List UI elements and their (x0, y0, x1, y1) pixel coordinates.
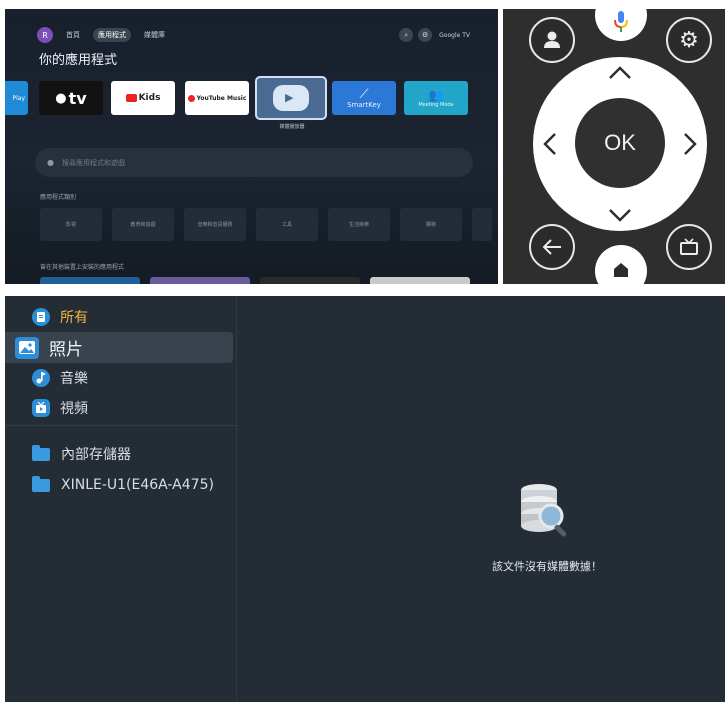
apple-logo-icon: ● (55, 90, 67, 106)
sidebar-item-label: 音樂 (60, 371, 88, 387)
search-placeholder: 搜尋應用程式和遊戲 (61, 158, 125, 167)
folder-icon (32, 475, 50, 492)
sidebar-item-all[interactable]: 所有 (5, 302, 233, 332)
tv-icon (680, 238, 698, 255)
database-search-icon (521, 484, 567, 537)
empty-state-message: 該文件沒有媒體數據！ (492, 560, 602, 573)
app-tile-apple-tv[interactable]: ● tv (39, 81, 103, 115)
app-tile-meeting-mode[interactable]: 👥 Meeting Mode (404, 81, 468, 115)
category-chip[interactable]: 影視 (40, 208, 102, 241)
home-icon (614, 263, 628, 277)
storage-item-internal[interactable]: 內部存儲器 (5, 439, 233, 469)
other-devices-row (40, 277, 470, 284)
page-title: 你的應用程式 (39, 53, 118, 68)
tv-input-button[interactable] (666, 224, 712, 270)
voice-button[interactable] (595, 9, 647, 41)
back-button[interactable] (529, 224, 575, 270)
arrow-right-icon[interactable] (678, 132, 702, 156)
storage-item-label: XINLE-U1(E46A-A475) (61, 477, 214, 493)
sidebar-item-music[interactable]: 音樂 (5, 363, 233, 393)
storage-item-usb[interactable]: XINLE-U1(E46A-A475) (5, 470, 233, 500)
tv-top-right: ⌕ ⚙ Google TV (399, 28, 470, 42)
settings-button[interactable]: ⚙ (666, 17, 712, 63)
account-label: Google TV (439, 31, 470, 39)
app-tile-youtube-kids[interactable]: Kids (111, 81, 175, 115)
home-button[interactable] (595, 245, 647, 284)
app-thumbnail[interactable] (150, 277, 250, 284)
arrow-up-icon[interactable] (608, 61, 632, 85)
app-tile-smartkey[interactable]: ⟋ SmartKey (332, 81, 396, 115)
mic-icon: ● (47, 158, 54, 167)
arrow-left-icon[interactable] (538, 132, 562, 156)
storage-item-label: 內部存儲器 (61, 447, 131, 463)
app-label: Kids (138, 93, 161, 103)
gear-icon: ⚙ (679, 27, 699, 53)
link-icon: ⟋ (359, 86, 369, 102)
app-thumbnail[interactable] (370, 277, 470, 284)
category-chip[interactable]: 工具 (256, 208, 318, 241)
music-icon (32, 369, 50, 387)
app-label: SmartKey (347, 100, 381, 109)
category-chip[interactable]: 教育和遊戲 (112, 208, 174, 241)
tv-top-nav: R 首頁 應用程式 媒體庫 (37, 27, 170, 43)
app-label: tv (68, 88, 87, 108)
media-file-browser: 所有 照片 音樂 視頻 內部存儲器 XINLE-U1(E46A-A475) 該文… (5, 296, 725, 702)
app-thumbnail[interactable] (260, 277, 360, 284)
sidebar-divider (5, 425, 237, 426)
folder-icon (32, 444, 50, 461)
people-icon: 👥 (428, 87, 444, 102)
arrow-down-icon[interactable] (608, 203, 632, 227)
sidebar-item-label: 視頻 (60, 401, 88, 417)
category-chip[interactable]: 音樂和音訊服務 (184, 208, 246, 241)
sidebar-item-label: 照片 (49, 340, 83, 360)
tab-home[interactable]: 首頁 (61, 28, 85, 42)
tab-apps[interactable]: 應用程式 (93, 28, 131, 42)
media-player-icon (273, 85, 309, 111)
tv-apps-screen: R 首頁 應用程式 媒體庫 ⌕ ⚙ Google TV 你的應用程式 Play … (5, 9, 498, 284)
photo-icon (15, 336, 39, 359)
profile-button[interactable] (529, 17, 575, 63)
ok-button[interactable]: OK (575, 98, 665, 188)
app-tile-youtube-music[interactable]: YouTube Music (185, 81, 249, 115)
category-chip[interactable]: 購物 (400, 208, 462, 241)
remote-control: ⚙ OK (503, 9, 725, 284)
sidebar-item-label: 所有 (60, 310, 88, 326)
app-row: Play ● tv Kids YouTube Music ⟋ SmartKey … (5, 76, 498, 130)
app-label: YouTube Music (196, 94, 247, 102)
all-files-icon (32, 308, 50, 326)
settings-icon[interactable]: ⚙ (418, 28, 433, 42)
category-row: 影視 教育和遊戲 音樂和音訊服務 工具 生活娛樂 購物 (40, 208, 492, 241)
sidebar-item-photos[interactable]: 照片 (5, 332, 233, 363)
youtube-music-logo-icon (187, 94, 195, 102)
back-arrow-icon (542, 239, 561, 255)
focused-app-caption: 媒體播放器 (279, 124, 305, 130)
app-thumbnail[interactable] (40, 277, 140, 284)
other-devices-heading: 曾在其他裝置上安裝的應用程式 (40, 264, 125, 271)
app-tile-media-player[interactable] (255, 76, 327, 120)
tab-library[interactable]: 媒體庫 (139, 28, 170, 42)
youtube-kids-logo-icon (125, 94, 137, 102)
search-icon[interactable]: ⌕ (399, 28, 414, 42)
app-search-bar[interactable]: ● 搜尋應用程式和遊戲 (35, 148, 473, 177)
mic-icon (614, 11, 628, 32)
app-tile-partial[interactable]: Play (5, 81, 28, 115)
sidebar-item-video[interactable]: 視頻 (5, 393, 233, 423)
video-icon (32, 399, 50, 417)
category-chip-partial[interactable] (472, 208, 492, 241)
dpad: OK (533, 57, 707, 231)
category-chip[interactable]: 生活娛樂 (328, 208, 390, 241)
profile-avatar[interactable]: R (37, 27, 53, 43)
sidebar: 所有 照片 音樂 視頻 內部存儲器 XINLE-U1(E46A-A475) (5, 296, 237, 702)
categories-heading: 應用程式類別 (40, 194, 77, 201)
app-label: Meeting Mode (418, 101, 454, 108)
user-icon (544, 31, 560, 48)
